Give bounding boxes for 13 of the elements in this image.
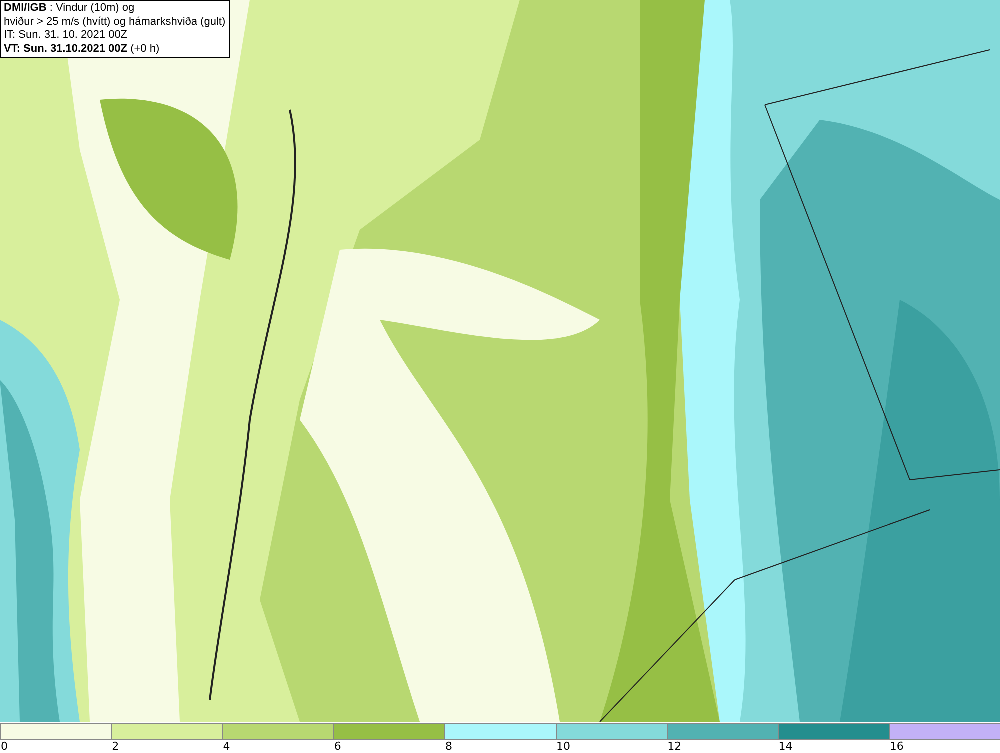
legend-label: 8 (445, 740, 452, 753)
legend-label: 14 (778, 740, 793, 753)
legend-label: 16 (890, 740, 904, 753)
legend-label: 12 (668, 740, 682, 753)
legend-label: 6 (334, 740, 342, 753)
info-text: VT: Sun. 31.10.2021 00Z (+0 h) (4, 42, 161, 56)
legend-label: 2 (112, 740, 120, 753)
info-text: hviður > 25 m/s (hvítt) og hámarkshviða (gult) (4, 16, 226, 29)
legend-label: 0 (1, 740, 8, 753)
legend-label: 10 (556, 740, 571, 753)
legend-label: 4 (223, 740, 230, 753)
info-text: DMI/IGB : Vindur (10m) og (4, 2, 136, 16)
info-text: IT: Sun. 31. 10. 2021 00Z (4, 29, 129, 42)
